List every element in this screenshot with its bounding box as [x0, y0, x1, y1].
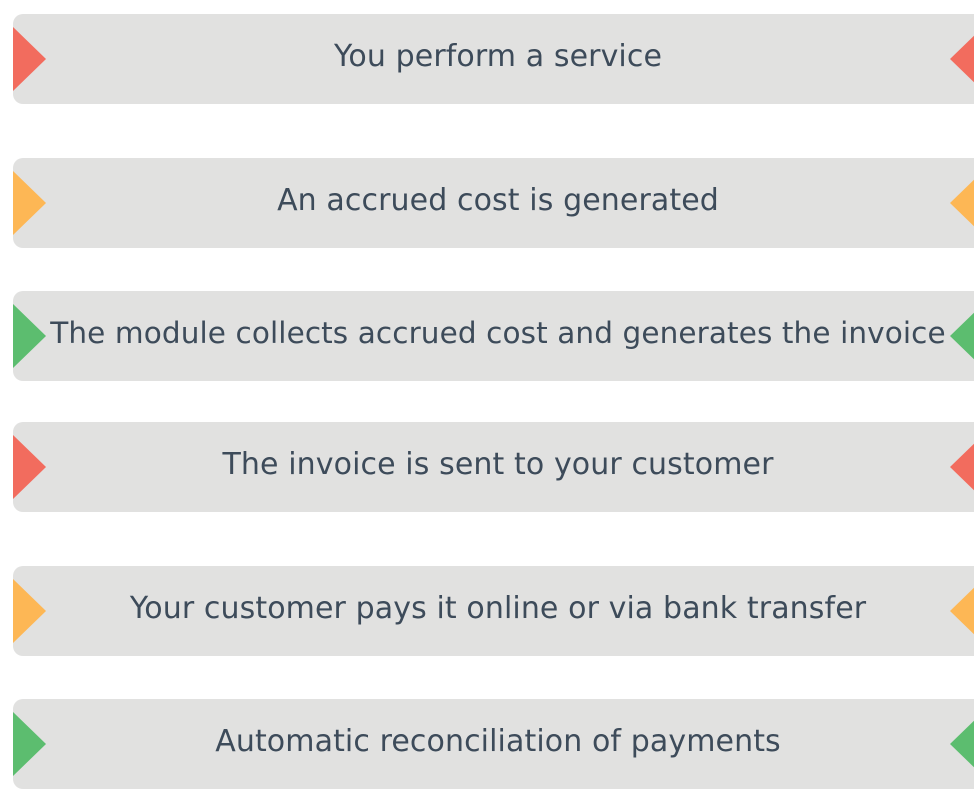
step-reconciliation: Automatic reconciliation of payments	[13, 699, 974, 789]
step-label: The module collects accrued cost and gen…	[50, 316, 946, 350]
step-right-arrow-icon	[950, 27, 974, 91]
step-right-arrow-icon	[950, 579, 974, 643]
step-right-arrow-icon	[950, 171, 974, 235]
step-generate-invoice: The module collects accrued cost and gen…	[13, 291, 974, 381]
step-right-arrow-icon	[950, 712, 974, 776]
step-right-arrow-icon	[950, 304, 974, 368]
step-customer-pays: Your customer pays it online or via bank…	[13, 566, 974, 656]
step-right-arrow-icon	[950, 435, 974, 499]
step-label: An accrued cost is generated	[277, 182, 719, 218]
step-label: The invoice is sent to your customer	[222, 446, 774, 482]
step-label: Automatic reconciliation of payments	[215, 723, 781, 759]
step-send-invoice: The invoice is sent to your customer	[13, 422, 974, 512]
step-accrued-cost: An accrued cost is generated	[13, 158, 974, 248]
step-label: Your customer pays it online or via bank…	[129, 590, 867, 626]
step-label: You perform a service	[333, 38, 663, 74]
step-perform-service: You perform a service	[13, 14, 974, 104]
